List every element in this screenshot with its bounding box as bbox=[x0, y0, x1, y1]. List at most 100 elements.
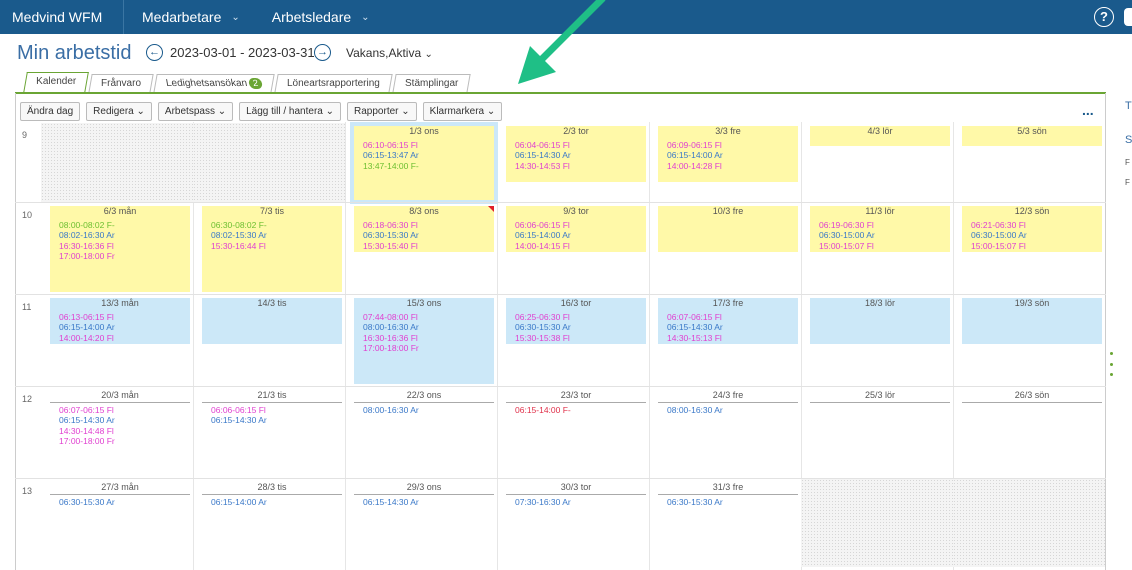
calendar-day-cell[interactable]: 18/3 lör bbox=[810, 298, 950, 344]
shift-entry[interactable]: 06:21-06:30 Fl bbox=[971, 220, 1102, 231]
calendar-day-cell[interactable]: 6/3 mån 08:00-08:02 F- 08:02-16:30 Ar 16:30… bbox=[50, 206, 190, 292]
shift-entry[interactable]: 06:09-06:15 Fl bbox=[667, 140, 798, 151]
shift-entry[interactable]: 06:04-06:15 Fl bbox=[515, 140, 646, 151]
shift-entry[interactable]: 06:10-06:15 Fl bbox=[363, 140, 494, 151]
shift-entry[interactable]: 15:30-15:40 Fl bbox=[363, 241, 494, 252]
shift-entry[interactable]: 06:30-15:30 Ar bbox=[59, 497, 190, 508]
tab-ledighetsansokan[interactable]: Ledighetsansökan 2 bbox=[153, 74, 275, 93]
shift-entry[interactable]: 16:30-16:36 Fl bbox=[59, 241, 190, 252]
calendar-day-cell[interactable]: 15/3 ons 07:44-08:00 Fl 08:00-16:30 Ar 16:3… bbox=[354, 298, 494, 384]
klarmarkera-button[interactable]: Klarmarkera ⌄ bbox=[422, 102, 503, 121]
shift-entry[interactable]: 14:00-14:20 Fl bbox=[59, 333, 190, 344]
calendar-day-cell[interactable]: 1/3 ons 06:10-06:15 Fl 06:15-13:47 Ar 13:47… bbox=[350, 122, 498, 204]
shift-entry[interactable]: 15:30-16:44 Fl bbox=[211, 241, 342, 252]
calendar-day-cell[interactable]: 3/3 fre 06:09-06:15 Fl 06:15-14:00 Ar 14:00… bbox=[658, 126, 798, 182]
shift-entry[interactable]: 06:25-06:30 Fl bbox=[515, 312, 646, 323]
redigera-button[interactable]: Redigera ⌄ bbox=[86, 102, 152, 121]
more-options-icon[interactable]: ... bbox=[1082, 102, 1094, 118]
shift-entry[interactable]: 06:15-14:30 Ar bbox=[515, 150, 646, 161]
shift-entry[interactable]: 17:00-18:00 Fr bbox=[363, 343, 494, 354]
shift-entry[interactable]: 06:15-14:00 F- bbox=[515, 405, 646, 416]
calendar-day-cell[interactable]: 24/3 fre 08:00-16:30 Ar bbox=[658, 390, 798, 415]
shift-entry[interactable]: 06:15-14:30 Ar bbox=[211, 415, 342, 426]
shift-entry[interactable]: 06:06-06:15 Fl bbox=[211, 405, 342, 416]
shift-entry[interactable]: 06:15-14:30 Ar bbox=[667, 322, 798, 333]
help-icon[interactable]: ? bbox=[1094, 7, 1114, 27]
menu-arbetsledare[interactable]: Arbetsledare ⌄ bbox=[254, 0, 384, 34]
shift-entry[interactable]: 14:30-14:48 Fl bbox=[59, 426, 190, 437]
shift-entry[interactable]: 06:30-15:30 Ar bbox=[363, 230, 494, 241]
shift-entry[interactable]: 14:00-14:28 Fl bbox=[667, 161, 798, 172]
calendar-day-cell[interactable]: 2/3 tor 06:04-06:15 Fl 06:15-14:30 Ar 14:30… bbox=[506, 126, 646, 182]
shift-entry[interactable]: 08:00-08:02 F- bbox=[59, 220, 190, 231]
calendar-day-cell[interactable]: 28/3 tis 06:15-14:00 Ar bbox=[202, 482, 342, 507]
shift-entry[interactable]: 16:30-16:36 Fl bbox=[363, 333, 494, 344]
shift-entry[interactable]: 08:00-16:30 Ar bbox=[363, 405, 494, 416]
shift-entry[interactable]: 06:07-06:15 Fl bbox=[59, 405, 190, 416]
calendar-day-cell[interactable]: 30/3 tor 07:30-16:30 Ar bbox=[506, 482, 646, 507]
calendar-day-cell[interactable]: 23/3 tor 06:15-14:00 F- bbox=[506, 390, 646, 415]
calendar-day-cell[interactable]: 4/3 lör bbox=[810, 126, 950, 146]
shift-entry[interactable]: 06:15-14:00 Ar bbox=[515, 230, 646, 241]
calendar-day-cell[interactable]: 5/3 sön bbox=[962, 126, 1102, 146]
shift-entry[interactable]: 06:30-15:00 Ar bbox=[971, 230, 1102, 241]
calendar-day-cell[interactable]: 16/3 tor 06:25-06:30 Fl 06:30-15:30 Ar 15:3… bbox=[506, 298, 646, 344]
calendar-day-cell[interactable]: 27/3 mån 06:30-15:30 Ar bbox=[50, 482, 190, 507]
calendar-day-cell[interactable]: 25/3 lör bbox=[810, 390, 950, 405]
calendar-day-cell[interactable]: 26/3 sön bbox=[962, 390, 1102, 405]
calendar-day-cell[interactable]: 22/3 ons 08:00-16:30 Ar bbox=[354, 390, 494, 415]
shift-entry[interactable]: 06:30-08:02 F- bbox=[211, 220, 342, 231]
calendar-day-cell[interactable]: 19/3 sön bbox=[962, 298, 1102, 344]
filter-dropdown[interactable]: Vakans,Aktiva ⌄ bbox=[346, 46, 433, 60]
lagg-till-hantera-button[interactable]: Lägg till / hantera ⌄ bbox=[239, 102, 342, 121]
shift-entry[interactable]: 06:30-15:30 Ar bbox=[667, 497, 798, 508]
calendar-day-cell[interactable]: 10/3 fre bbox=[658, 206, 798, 252]
menu-medarbetare[interactable]: Medarbetare ⌄ bbox=[124, 0, 254, 34]
user-avatar[interactable] bbox=[1124, 8, 1132, 26]
arbetspass-button[interactable]: Arbetspass ⌄ bbox=[157, 102, 234, 121]
shift-entry[interactable]: 15:00-15:07 Fl bbox=[819, 241, 950, 252]
shift-entry[interactable]: 08:02-16:30 Ar bbox=[59, 230, 190, 241]
panel-splitter-handle[interactable] bbox=[1110, 352, 1113, 376]
calendar-day-cell[interactable]: 31/3 fre 06:30-15:30 Ar bbox=[658, 482, 798, 507]
shift-entry[interactable]: 13:47-14:00 F- bbox=[363, 161, 494, 172]
shift-entry[interactable]: 14:30-15:13 Fl bbox=[667, 333, 798, 344]
next-period-button[interactable]: → bbox=[314, 44, 331, 61]
tab-loneartsrapportering[interactable]: Löneartsrapportering bbox=[274, 74, 393, 93]
calendar-day-cell[interactable]: 12/3 sön 06:21-06:30 Fl 06:30-15:00 Ar 15:0… bbox=[962, 206, 1102, 252]
calendar-day-cell[interactable]: 7/3 tis 06:30-08:02 F- 08:02-15:30 Ar 15:30… bbox=[202, 206, 342, 292]
shift-entry[interactable]: 06:15-13:47 Ar bbox=[363, 150, 494, 161]
calendar-day-cell[interactable]: 11/3 lör 06:19-06:30 Fl 06:30-15:00 Ar 15:0… bbox=[810, 206, 950, 252]
shift-entry[interactable]: 06:15-14:00 Ar bbox=[667, 150, 798, 161]
shift-entry[interactable]: 06:15-14:00 Ar bbox=[211, 497, 342, 508]
shift-entry[interactable]: 14:00-14:15 Fl bbox=[515, 241, 646, 252]
calendar-day-cell[interactable]: 13/3 mån 06:13-06:15 Fl 06:15-14:00 Ar 14:0… bbox=[50, 298, 190, 344]
shift-entry[interactable]: 06:30-15:00 Ar bbox=[819, 230, 950, 241]
shift-entry[interactable]: 15:00-15:07 Fl bbox=[971, 241, 1102, 252]
shift-entry[interactable]: 06:30-15:30 Ar bbox=[515, 322, 646, 333]
calendar-day-cell[interactable]: 17/3 fre 06:07-06:15 Fl 06:15-14:30 Ar 14:3… bbox=[658, 298, 798, 344]
shift-entry[interactable]: 14:30-14:53 Fl bbox=[515, 161, 646, 172]
andra-dag-button[interactable]: Ändra dag bbox=[20, 102, 81, 121]
previous-period-button[interactable]: ← bbox=[146, 44, 163, 61]
shift-entry[interactable]: 08:00-16:30 Ar bbox=[363, 322, 494, 333]
shift-entry[interactable]: 06:13-06:15 Fl bbox=[59, 312, 190, 323]
tab-stamplingar[interactable]: Stämplingar bbox=[392, 74, 472, 93]
shift-entry[interactable]: 08:00-16:30 Ar bbox=[667, 405, 798, 416]
calendar-day-cell[interactable]: 20/3 mån 06:07-06:15 Fl 06:15-14:30 Ar 14:3… bbox=[50, 390, 190, 447]
shift-entry[interactable]: 06:15-14:30 Ar bbox=[363, 497, 494, 508]
shift-entry[interactable]: 06:18-06:30 Fl bbox=[363, 220, 494, 231]
calendar-day-cell[interactable]: 14/3 tis bbox=[202, 298, 342, 344]
app-brand[interactable]: Medvind WFM bbox=[0, 0, 124, 34]
tab-franvaro[interactable]: Frånvaro bbox=[88, 74, 154, 93]
shift-entry[interactable]: 07:30-16:30 Ar bbox=[515, 497, 646, 508]
shift-entry[interactable]: 06:15-14:30 Ar bbox=[59, 415, 190, 426]
shift-entry[interactable]: 17:00-18:00 Fr bbox=[59, 251, 190, 262]
shift-entry[interactable]: 06:15-14:00 Ar bbox=[59, 322, 190, 333]
calendar-day-cell[interactable]: 9/3 tor 06:06-06:15 Fl 06:15-14:00 Ar 14:00… bbox=[506, 206, 646, 252]
shift-entry[interactable]: 06:19-06:30 Fl bbox=[819, 220, 950, 231]
calendar-day-cell[interactable]: 21/3 tis 06:06-06:15 Fl 06:15-14:30 Ar bbox=[202, 390, 342, 426]
calendar-day-cell[interactable]: 29/3 ons 06:15-14:30 Ar bbox=[354, 482, 494, 507]
shift-entry[interactable]: 06:07-06:15 Fl bbox=[667, 312, 798, 323]
calendar-day-cell[interactable]: 8/3 ons 06:18-06:30 Fl 06:30-15:30 Ar 15:30… bbox=[354, 206, 494, 252]
